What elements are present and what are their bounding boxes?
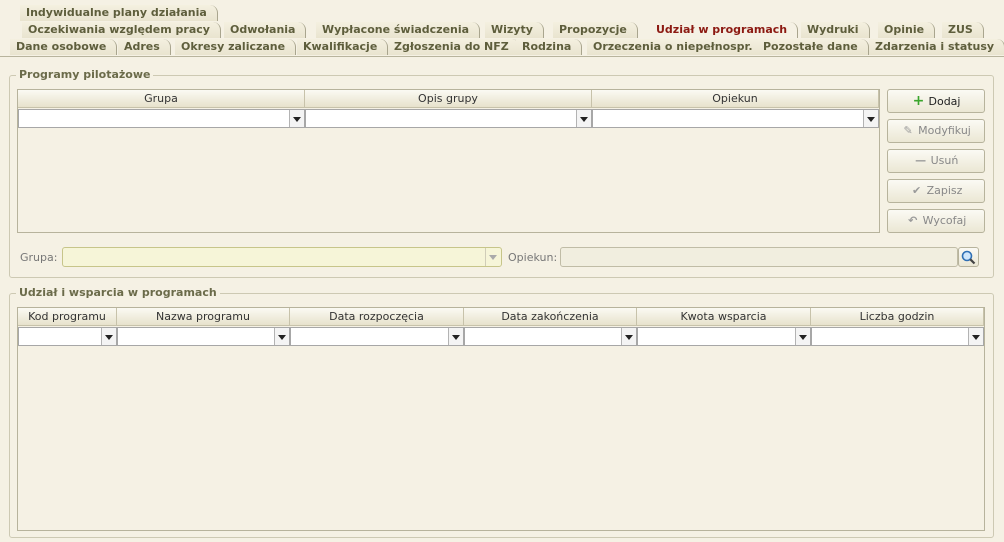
guardian-field[interactable] [560, 247, 958, 267]
chevron-down-icon[interactable] [863, 110, 878, 127]
undo-button[interactable]: ↶ Wycofaj [887, 209, 985, 233]
col-grupa[interactable]: Grupa [18, 90, 305, 108]
save-button-label: Zapisz [926, 184, 963, 197]
pilot-programs-grid[interactable]: Grupa Opis grupy Opiekun [17, 89, 880, 233]
col-data-rozpoczecia[interactable]: Data rozpoczęcia [290, 308, 464, 326]
participation-legend: Udział i wsparcia w programach [16, 286, 220, 299]
filter-opis-grupy[interactable] [305, 109, 592, 128]
tab-wyplacone-swiadczenia[interactable]: Wypłacone świadczenia [316, 22, 481, 38]
tab-oczekiwania[interactable]: Oczekiwania względem pracy [22, 22, 221, 38]
tab-kwalifikacje[interactable]: Kwalifikacje [297, 39, 389, 55]
chevron-down-icon[interactable] [621, 328, 636, 345]
guardian-search-button[interactable] [958, 247, 979, 267]
chevron-down-icon[interactable] [448, 328, 463, 345]
col-nazwa-programu[interactable]: Nazwa programu [117, 308, 290, 326]
check-icon: ✔ [911, 184, 922, 197]
group-select[interactable] [62, 247, 502, 267]
tab-zdarzenia-statusy[interactable]: Zdarzenia i statusy [869, 39, 1004, 55]
col-kod-programu[interactable]: Kod programu [18, 308, 117, 326]
tab-opinie[interactable]: Opinie [878, 22, 936, 38]
chevron-down-icon[interactable] [795, 328, 810, 345]
undo-button-label: Wycofaj [922, 214, 967, 227]
participation-grid[interactable]: Kod programu Nazwa programu Data rozpocz… [17, 307, 985, 531]
tab-zgloszenia-nfz[interactable]: Zgłoszenia do NFZ [388, 39, 520, 55]
tab-wizyty[interactable]: Wizyty [485, 22, 544, 38]
pencil-icon: ✎ [903, 124, 913, 137]
tab-adres[interactable]: Adres [118, 39, 171, 55]
tab-orzeczenia[interactable]: Orzeczenia o niepełnospr. [587, 39, 764, 55]
delete-button-label: Usuń [930, 154, 959, 167]
tab-indywidualne-plany[interactable]: Indywidualne plany działania [20, 5, 218, 21]
tab-dane-osobowe[interactable]: Dane osobowe [10, 39, 118, 55]
magnifier-icon [961, 250, 976, 265]
delete-button[interactable]: — Usuń [887, 149, 985, 173]
col-opis-grupy[interactable]: Opis grupy [305, 90, 592, 108]
modify-button[interactable]: ✎ Modyfikuj [887, 119, 985, 143]
col-kwota-wsparcia[interactable]: Kwota wsparcia [637, 308, 811, 326]
filter-nazwa-programu[interactable] [117, 327, 290, 346]
col-liczba-godzin[interactable]: Liczba godzin [811, 308, 984, 326]
chevron-down-icon[interactable] [968, 328, 983, 345]
save-button[interactable]: ✔ Zapisz [887, 179, 985, 203]
tab-udzial-w-programach[interactable]: Udział w programach [650, 22, 799, 38]
tab-zus[interactable]: ZUS [942, 22, 984, 38]
tab-propozycje[interactable]: Propozycje [553, 22, 638, 38]
tab-wydruki[interactable]: Wydruki [801, 22, 870, 38]
guardian-label: Opiekun: [508, 251, 558, 264]
pilot-programs-legend: Programy pilotażowe [16, 68, 154, 81]
filter-kwota-wsparcia[interactable] [637, 327, 811, 346]
tab-pozostale-dane[interactable]: Pozostałe dane [757, 39, 869, 55]
tab-row-1: Indywidualne plany działania [0, 5, 1004, 22]
tab-okresy-zaliczane[interactable]: Okresy zaliczane [175, 39, 297, 55]
filter-grupa[interactable] [18, 109, 305, 128]
filter-liczba-godzin[interactable] [811, 327, 984, 346]
filter-opiekun[interactable] [592, 109, 879, 128]
undo-icon: ↶ [908, 214, 918, 227]
filter-data-zakonczenia[interactable] [464, 327, 637, 346]
chevron-down-icon[interactable] [289, 110, 304, 127]
col-data-zakonczenia[interactable]: Data zakończenia [464, 308, 637, 326]
minus-icon: — [915, 154, 927, 167]
group-label: Grupa: [20, 251, 58, 264]
filter-kod-programu[interactable] [18, 327, 117, 346]
tab-row-3: Dane osobowe Adres Okresy zaliczane Kwal… [0, 39, 1004, 56]
add-button[interactable]: + Dodaj [887, 89, 985, 113]
chevron-down-icon[interactable] [274, 328, 289, 345]
tab-divider [0, 56, 1004, 57]
plus-icon: + [912, 93, 925, 109]
tab-rodzina[interactable]: Rodzina [516, 39, 583, 55]
chevron-down-icon[interactable] [485, 248, 501, 266]
tab-row-2: Oczekiwania względem pracy Odwołania Wyp… [0, 22, 1004, 39]
chevron-down-icon[interactable] [576, 110, 591, 127]
filter-data-rozpoczecia[interactable] [290, 327, 464, 346]
add-button-label: Dodaj [928, 95, 961, 108]
modify-button-label: Modyfikuj [918, 124, 971, 137]
col-opiekun[interactable]: Opiekun [592, 90, 879, 108]
tab-odwolania[interactable]: Odwołania [224, 22, 307, 38]
chevron-down-icon[interactable] [101, 328, 116, 345]
